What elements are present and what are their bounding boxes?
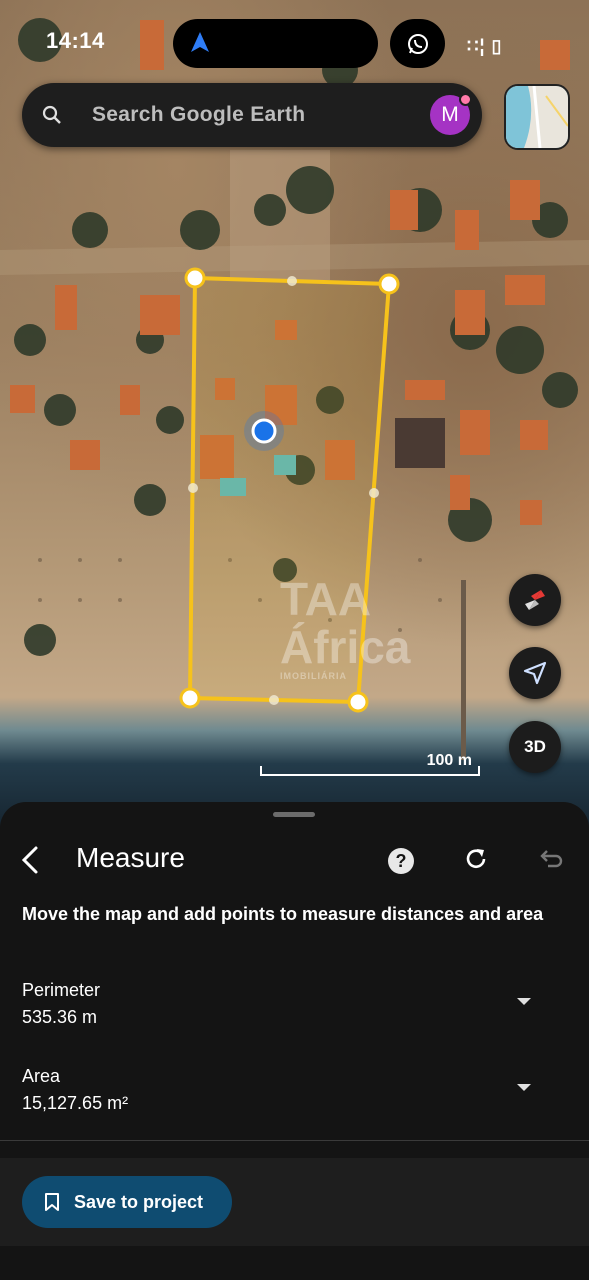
perimeter-value: 535.36 m	[22, 1007, 98, 1027]
save-to-project-button[interactable]: Save to project	[22, 1176, 232, 1228]
map-thumbnail-icon	[506, 86, 568, 148]
area-value: 15,127.65 m²	[22, 1093, 129, 1113]
search-bar[interactable]: Search Google Earth M	[22, 83, 482, 147]
sheet-drag-handle[interactable]	[273, 812, 315, 817]
divider	[0, 1140, 589, 1141]
map-layers-button[interactable]	[504, 84, 570, 150]
account-avatar[interactable]: M	[430, 93, 472, 135]
cellular-signal-icon: ∷¦ ▯	[467, 36, 503, 56]
measure-title: Measure	[76, 842, 185, 873]
notification-dot	[459, 93, 472, 106]
3d-toggle-button[interactable]: 3D	[509, 721, 561, 773]
refresh-icon[interactable]	[463, 846, 489, 872]
scale-bar: 100 m	[260, 752, 480, 776]
perimeter-label: Perimeter	[22, 980, 101, 1000]
search-icon	[42, 105, 61, 124]
whatsapp-call-indicator	[390, 19, 445, 68]
compass-button[interactable]	[509, 574, 561, 626]
watermark: TAA África IMOBILIÁRIA	[280, 573, 411, 681]
measure-instruction: Move the map and add points to measure d…	[22, 904, 544, 924]
perimeter-row[interactable]: Perimeter 535.36 m	[22, 980, 562, 1028]
area-unit-dropdown-icon[interactable]	[517, 1084, 531, 1091]
scale-line	[260, 766, 480, 776]
compass-icon	[525, 590, 545, 610]
location-arrow-icon	[523, 661, 547, 685]
dynamic-island	[173, 19, 378, 68]
search-placeholder[interactable]: Search Google Earth	[92, 103, 305, 127]
sheet-footer: Save to project	[0, 1158, 589, 1246]
status-time: 14:14	[46, 28, 105, 53]
measure-sheet: Measure ? Move the map and add points to…	[0, 802, 589, 1280]
my-location-button[interactable]	[509, 647, 561, 699]
help-icon[interactable]: ?	[388, 848, 414, 874]
undo-icon[interactable]	[538, 846, 564, 872]
my-location-dot	[251, 418, 277, 444]
perimeter-unit-dropdown-icon[interactable]	[517, 998, 531, 1005]
back-arrow-icon[interactable]	[18, 845, 44, 875]
navigation-arrow-icon	[191, 32, 209, 52]
save-to-project-label: Save to project	[74, 1191, 204, 1212]
area-label: Area	[22, 1066, 61, 1086]
area-row[interactable]: Area 15,127.65 m²	[22, 1066, 562, 1114]
whatsapp-icon	[407, 33, 428, 54]
bookmark-icon	[45, 1193, 59, 1211]
